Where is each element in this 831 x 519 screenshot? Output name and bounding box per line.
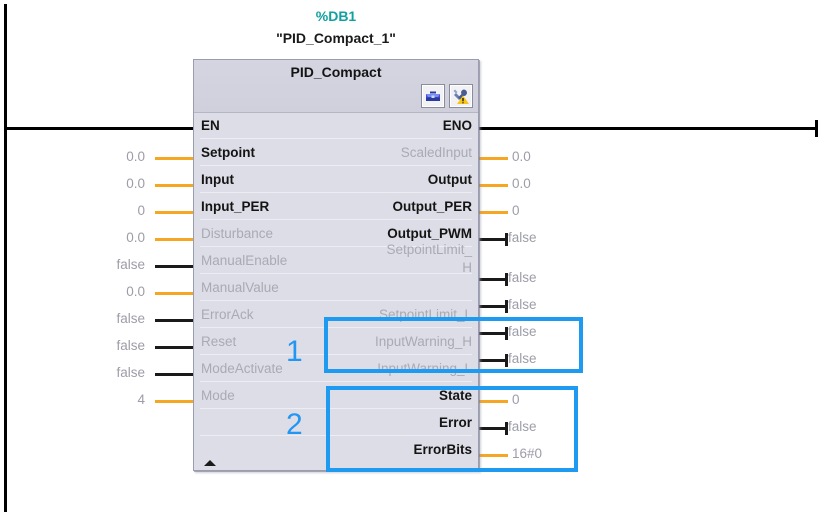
label-output-per: Output_PER [392, 199, 473, 214]
output-value-output-per[interactable]: 0 [512, 203, 520, 218]
block-header-icons [421, 84, 473, 108]
label-scaledinput: ScaledInput [400, 145, 472, 160]
output-wire-output [479, 184, 508, 187]
output-value-output[interactable]: 0.0 [512, 176, 531, 191]
annotation-2: 2 [286, 408, 303, 441]
output-value-setpoint-limit-l[interactable]: false [508, 297, 537, 312]
input-wire-disturbance [155, 238, 193, 241]
input-wire-mode [155, 400, 193, 403]
collapse-expander-icon[interactable] [204, 460, 216, 466]
input-value-input-per[interactable]: 0 [100, 203, 145, 218]
output-value-output-pwm[interactable]: false [508, 230, 537, 245]
ladder-editor-canvas: %DB1 "PID_Compact_1" 0.0 0.0 0 0.0 false… [0, 0, 831, 519]
input-wire-setpoint [155, 157, 193, 160]
tools-warning-icon[interactable] [449, 84, 473, 108]
row-input-output: Input Output [194, 167, 478, 193]
row-en-eno: EN ENO [194, 113, 478, 139]
label-mode-activate: ModeActivate [201, 361, 283, 376]
block-title: PID_Compact [290, 64, 382, 80]
input-value-error-ack[interactable]: false [90, 311, 145, 326]
output-wire-scaled-input [479, 157, 508, 160]
label-eno: ENO [442, 118, 472, 133]
label-mode: Mode [201, 388, 235, 403]
input-wire-input-per [155, 211, 193, 214]
input-value-mode-activate[interactable]: false [90, 365, 145, 380]
label-setpoint-limit-h: SetpointLimit_ H [386, 242, 472, 275]
row-manual-value: ManualValue [194, 275, 478, 301]
row-setpoint-scaledinput: Setpoint ScaledInput [194, 140, 478, 166]
label-setpoint: Setpoint [201, 145, 255, 160]
label-input: Input [201, 172, 234, 187]
label-reset: Reset [201, 334, 237, 349]
power-rail-vertical [4, 4, 7, 512]
input-wire-mode-activate [155, 373, 193, 376]
block-header: PID_Compact [194, 60, 478, 113]
label-manual-enable: ManualEnable [201, 253, 288, 268]
input-value-manual-value[interactable]: 0.0 [100, 284, 145, 299]
label-manual-value: ManualValue [201, 280, 279, 295]
input-wire-error-ack [155, 319, 193, 322]
db-number-label: %DB1 [315, 8, 357, 24]
input-value-setpoint[interactable]: 0.0 [100, 149, 145, 164]
highlight-box-input-warnings [324, 317, 583, 373]
label-en: EN [201, 118, 220, 133]
highlight-box-error-status [326, 386, 578, 472]
input-wire-manual-value [155, 292, 193, 295]
input-wire-manual-enable [155, 265, 193, 268]
input-value-reset[interactable]: false [90, 338, 145, 353]
input-wire-input [155, 184, 193, 187]
db-instance-label: "PID_Compact_1" [276, 30, 396, 46]
label-input-per: Input_PER [201, 199, 270, 214]
output-value-setpoint-limit-h[interactable]: false [508, 270, 537, 285]
input-wire-reset [155, 346, 193, 349]
row-input-per-output-per: Input_PER Output_PER [194, 194, 478, 220]
input-value-disturbance[interactable]: 0.0 [100, 230, 145, 245]
label-output: Output [427, 172, 472, 187]
toolbox-icon[interactable] [421, 84, 445, 108]
rung-end-marker [815, 120, 818, 137]
annotation-1: 1 [286, 335, 303, 368]
input-value-mode[interactable]: 4 [100, 392, 145, 407]
output-value-scaled-input[interactable]: 0.0 [512, 149, 531, 164]
label-disturbance: Disturbance [201, 226, 274, 241]
output-wire-output-per [479, 211, 508, 214]
input-value-input[interactable]: 0.0 [100, 176, 145, 191]
input-value-manual-enable[interactable]: false [90, 257, 145, 272]
label-error-ack: ErrorAck [201, 307, 254, 322]
